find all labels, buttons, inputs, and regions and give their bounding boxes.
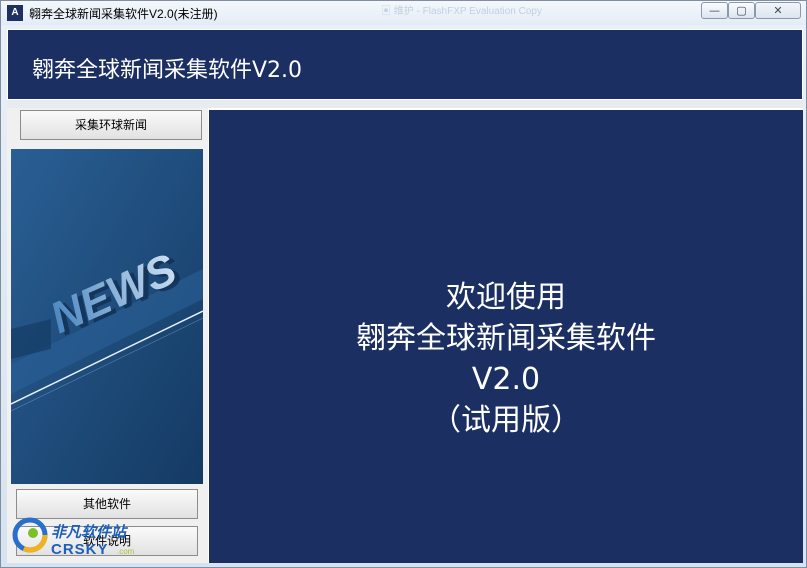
collect-global-news-button[interactable]: 采集环球新闻 <box>20 110 202 140</box>
sidebar: 采集环球新闻 NEWS NEWS 其他软件 软件说明 <box>7 108 208 563</box>
welcome-message: 欢迎使用 翱奔全球新闻采集软件 V2.0 （试用版） <box>209 277 803 441</box>
welcome-line-3: V2.0 <box>471 362 541 397</box>
site-watermark: 非凡软件站 CRSKY .com <box>9 513 159 567</box>
window-title: 翱奔全球新闻采集软件V2.0(未注册) <box>29 7 218 21</box>
news-image: NEWS NEWS <box>11 149 203 484</box>
title-bar[interactable]: A 翱奔全球新闻采集软件V2.0(未注册) ▣ 维护 - FlashFXP Ev… <box>1 1 806 25</box>
welcome-line-4: （试用版） <box>431 403 581 438</box>
client-area: 翱奔全球新闻采集软件V2.0 采集环球新闻 NEWS NEWS 其他软件 软件说… <box>7 29 803 563</box>
welcome-line-2: 翱奔全球新闻采集软件 <box>356 321 656 356</box>
header-separator <box>7 100 803 108</box>
watermark-suffix: .com <box>117 547 135 556</box>
header-title: 翱奔全球新闻采集软件V2.0 <box>32 58 303 83</box>
welcome-line-1: 欢迎使用 <box>446 280 566 315</box>
crsky-logo-icon <box>12 517 48 553</box>
close-button[interactable]: ✕ <box>755 2 801 19</box>
header-banner: 翱奔全球新闻采集软件V2.0 <box>8 30 802 99</box>
minimize-button[interactable]: — <box>701 2 728 19</box>
app-icon: A <box>7 5 23 21</box>
welcome-panel: 欢迎使用 翱奔全球新闻采集软件 V2.0 （试用版） <box>209 110 803 563</box>
watermark-cn: 非凡软件站 <box>51 523 127 541</box>
news-illustration: NEWS NEWS <box>11 149 203 484</box>
maximize-button[interactable]: ▢ <box>728 2 755 19</box>
app-window: A 翱奔全球新闻采集软件V2.0(未注册) ▣ 维护 - FlashFXP Ev… <box>0 0 807 568</box>
background-window-text: ▣ 维护 - FlashFXP Evaluation Copy <box>381 6 542 17</box>
watermark-en: CRSKY <box>51 541 109 558</box>
